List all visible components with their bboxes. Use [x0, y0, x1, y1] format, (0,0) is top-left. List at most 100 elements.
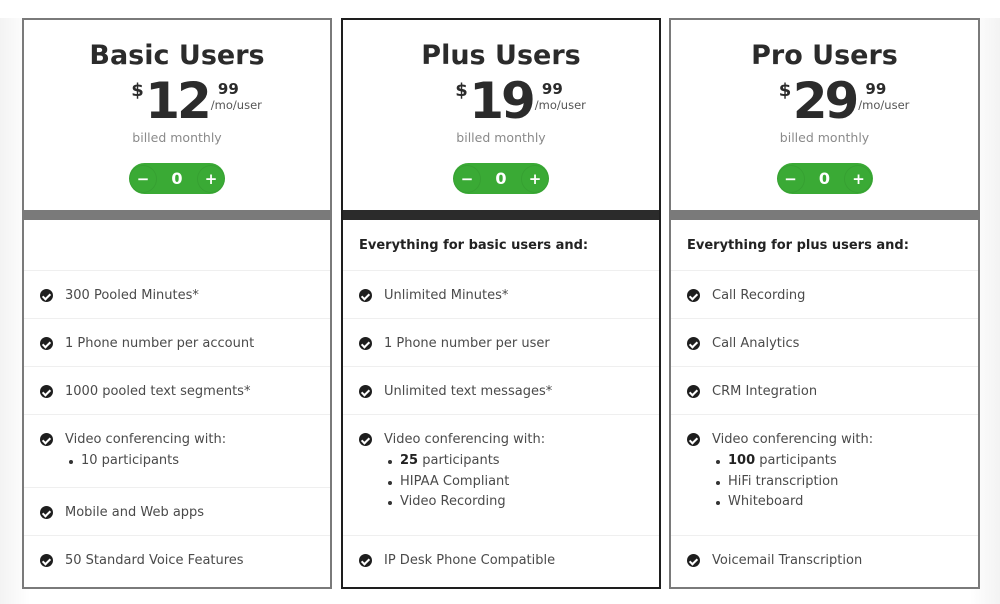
decrement-button[interactable]: −	[453, 165, 481, 193]
quantity-stepper: − 0 +	[129, 163, 225, 194]
plan-header: Pro Users $ 29 99 /mo/user billed monthl…	[671, 20, 978, 210]
feature-text: IP Desk Phone Compatible	[384, 553, 556, 568]
features-intro: Everything for basic users and:	[343, 220, 659, 271]
feature-subitem: HiFi transcription	[712, 472, 873, 493]
billing-note: billed monthly	[132, 130, 222, 145]
check-circle-icon	[40, 337, 53, 350]
quantity-value[interactable]: 0	[171, 169, 182, 188]
check-circle-icon	[359, 554, 372, 567]
quantity-value[interactable]: 0	[495, 169, 506, 188]
feature-subitem: 100 participants	[712, 451, 873, 472]
price-cents: 99	[865, 80, 887, 98]
price-whole: 12	[145, 72, 212, 130]
feature-item: Call Recording	[671, 271, 978, 319]
feature-text: Mobile and Web apps	[65, 505, 205, 520]
feature-text: 1 Phone number per user	[384, 336, 550, 351]
increment-button[interactable]: +	[521, 165, 549, 193]
price-currency: $	[778, 80, 792, 101]
check-circle-icon	[687, 385, 700, 398]
check-circle-icon	[40, 385, 53, 398]
feature-text: Call Recording	[712, 288, 806, 303]
increment-button[interactable]: +	[197, 165, 225, 193]
feature-item: 1 Phone number per user	[343, 319, 659, 367]
plan-card-plus: Plus Users $ 19 99 /mo/user billed month…	[341, 18, 661, 589]
feature-item: IP Desk Phone Compatible	[343, 536, 659, 588]
feature-sublist: 25 participants HIPAA Compliant Video Re…	[384, 451, 545, 513]
plan-name: Plus Users	[421, 40, 581, 71]
quantity-value[interactable]: 0	[819, 169, 830, 188]
subitem-bold: 100	[728, 453, 756, 468]
price-period: /mo/user	[858, 98, 910, 112]
feature-item: Unlimited Minutes*	[343, 271, 659, 319]
price-currency: $	[455, 80, 468, 101]
feature-text: Unlimited Minutes*	[384, 288, 509, 303]
check-circle-icon	[687, 554, 700, 567]
price-period: /mo/user	[210, 98, 262, 112]
feature-subitem: Whiteboard	[712, 492, 873, 513]
feature-text: Voicemail Transcription	[712, 553, 863, 568]
feature-text: Unlimited text messages*	[384, 384, 553, 399]
feature-item: Video conferencing with: 100 participant…	[671, 415, 978, 536]
check-circle-icon	[40, 506, 53, 519]
check-circle-icon	[359, 385, 372, 398]
feature-text: Video conferencing with:	[384, 432, 546, 447]
features-intro: Everything for plus users and:	[671, 220, 978, 271]
feature-item: Video conferencing with: 25 participants…	[343, 415, 659, 536]
feature-sublist: 10 participants	[65, 451, 226, 472]
subitem-text: HiFi transcription	[728, 473, 839, 489]
plan-divider-band	[343, 210, 659, 220]
billing-note: billed monthly	[456, 130, 546, 145]
increment-button[interactable]: +	[844, 165, 872, 193]
plan-divider-band	[24, 210, 330, 220]
feature-text: Video conferencing with:	[65, 432, 227, 447]
plan-name: Pro Users	[751, 40, 898, 71]
plan-card-basic: Basic Users $ 12 99 /mo/user billed mont…	[22, 18, 332, 589]
feature-sublist: 100 participants HiFi transcription Whit…	[712, 451, 873, 513]
feature-item: 1 Phone number per account	[24, 319, 330, 367]
check-circle-icon	[40, 554, 53, 567]
feature-item: 1000 pooled text segments*	[24, 367, 330, 415]
plan-header: Basic Users $ 12 99 /mo/user billed mont…	[24, 20, 330, 210]
quantity-stepper: − 0 +	[776, 163, 873, 194]
features-intro	[24, 220, 330, 271]
feature-subitem: 10 participants	[65, 451, 226, 472]
subitem-text: HIPAA Compliant	[400, 473, 510, 489]
feature-item: Unlimited text messages*	[343, 367, 659, 415]
price-cents: 99	[217, 80, 239, 98]
feature-subitem: 25 participants	[384, 451, 545, 472]
subitem-text: participants	[418, 453, 500, 468]
feature-text: 1000 pooled text segments*	[65, 384, 251, 399]
check-circle-icon	[359, 289, 372, 302]
subitem-text: Whiteboard	[728, 494, 804, 509]
price-whole: 29	[792, 72, 860, 130]
decrement-button[interactable]: −	[777, 165, 805, 193]
plan-price: $ 12 99 /mo/user	[24, 76, 330, 136]
feature-subitem: Video Recording	[384, 492, 545, 513]
feature-item: Voicemail Transcription	[671, 536, 978, 588]
price-currency: $	[131, 80, 144, 101]
subitem-bold: 25	[400, 453, 419, 468]
subitem-text: Video Recording	[400, 494, 506, 509]
subitem-text: 10 participants	[81, 453, 180, 468]
feature-text: 300 Pooled Minutes*	[65, 288, 199, 303]
feature-item: 50 Standard Voice Features	[24, 536, 330, 588]
feature-subitem: HIPAA Compliant	[384, 472, 545, 493]
feature-item: Mobile and Web apps	[24, 488, 330, 536]
decrement-button[interactable]: −	[129, 165, 157, 193]
plan-price: $ 29 99 /mo/user	[671, 76, 978, 136]
check-circle-icon	[359, 433, 372, 446]
feature-text: CRM Integration	[712, 384, 818, 399]
feature-item: 300 Pooled Minutes*	[24, 271, 330, 319]
feature-text: 50 Standard Voice Features	[65, 553, 244, 568]
price-cents: 99	[541, 80, 563, 98]
check-circle-icon	[359, 337, 372, 350]
plan-price: $ 19 99 /mo/user	[343, 76, 659, 136]
check-circle-icon	[40, 289, 53, 302]
feature-item: CRM Integration	[671, 367, 978, 415]
check-circle-icon	[687, 433, 700, 446]
quantity-stepper: − 0 +	[453, 163, 549, 194]
check-circle-icon	[687, 337, 700, 350]
plan-header: Plus Users $ 19 99 /mo/user billed month…	[343, 20, 659, 210]
check-circle-icon	[687, 289, 700, 302]
feature-text: Video conferencing with:	[712, 432, 874, 447]
